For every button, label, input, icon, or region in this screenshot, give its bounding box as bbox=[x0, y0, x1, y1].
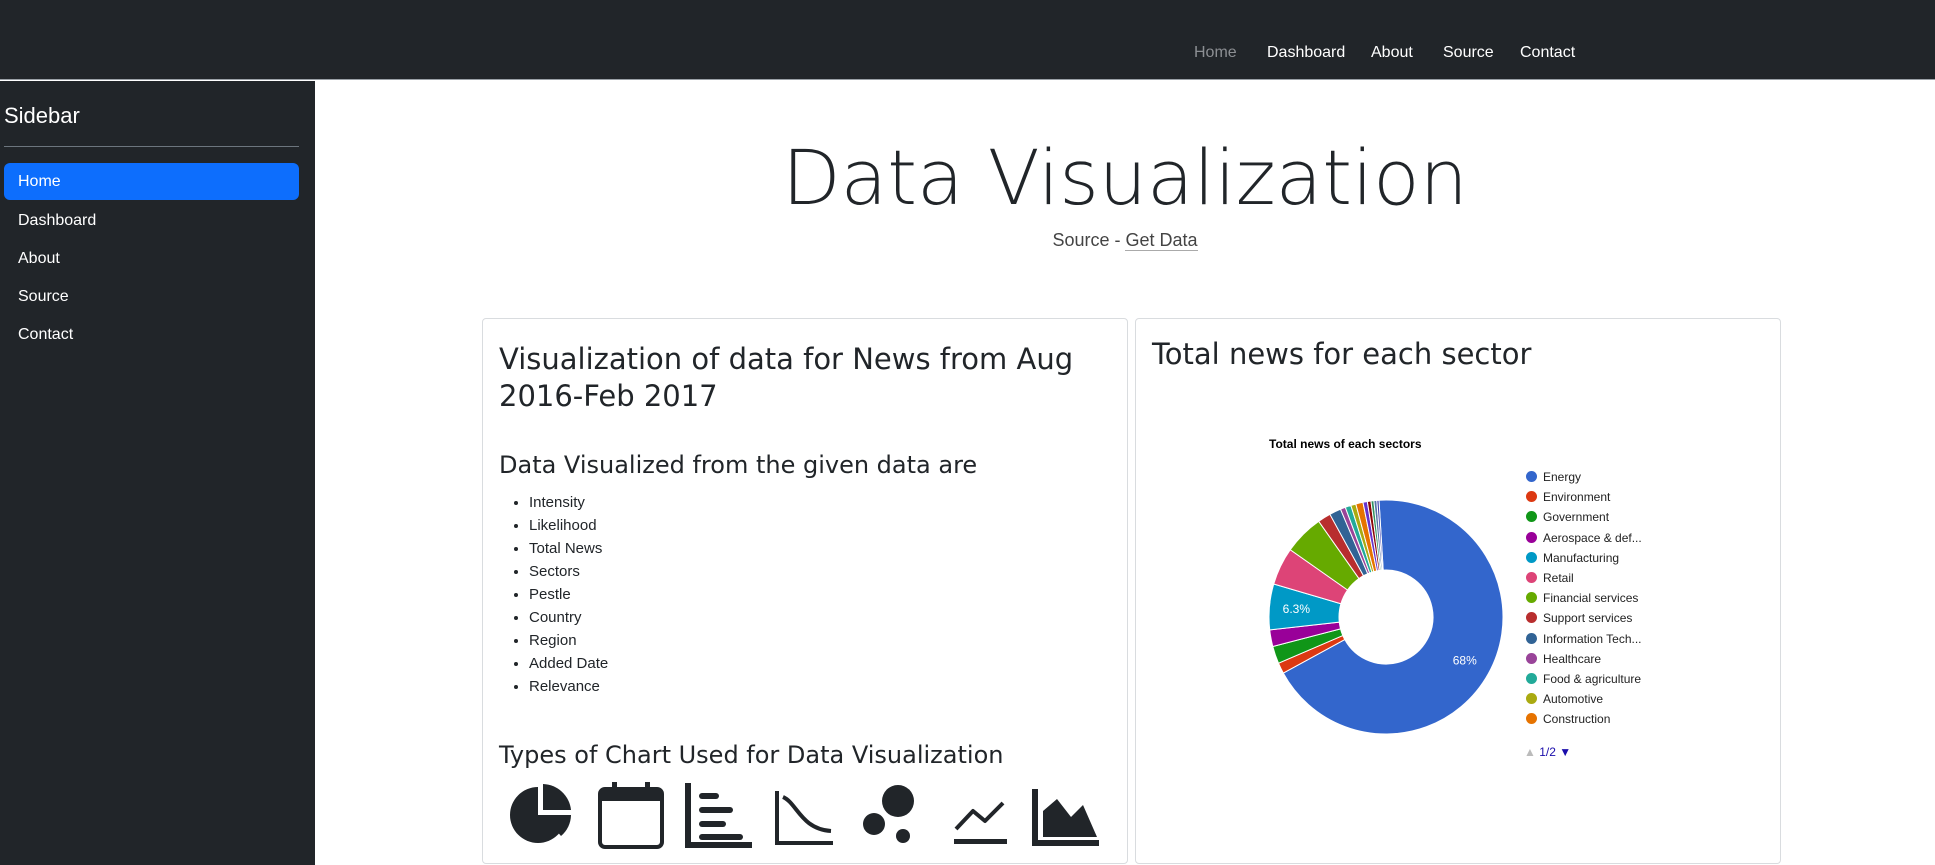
legend-dot bbox=[1526, 713, 1537, 725]
list-item: Sectors bbox=[529, 560, 608, 583]
info-card: Visualization of data for News from Aug … bbox=[482, 318, 1128, 864]
data-list: Intensity Likelihood Total News Sectors … bbox=[529, 491, 608, 698]
topnav-contact[interactable]: Contact bbox=[1520, 44, 1575, 62]
bar-chart-icon bbox=[685, 783, 752, 848]
legend-item[interactable]: Construction bbox=[1526, 712, 1610, 726]
list-item: Total News bbox=[529, 537, 608, 560]
sidebar-item-about[interactable]: About bbox=[4, 240, 299, 277]
legend-dot bbox=[1526, 471, 1537, 482]
legend-dot bbox=[1526, 551, 1537, 563]
area-chart-icon bbox=[1032, 789, 1099, 846]
legend-label: Manufacturing bbox=[1543, 550, 1620, 565]
topnav-dashboard[interactable]: Dashboard bbox=[1267, 44, 1345, 62]
legend-item[interactable]: Retail bbox=[1526, 571, 1574, 585]
list-item: Relevance bbox=[529, 675, 608, 698]
legend-item[interactable]: Government bbox=[1526, 510, 1609, 524]
legend-dot bbox=[1526, 632, 1537, 644]
legend-item[interactable]: Automotive bbox=[1526, 692, 1603, 706]
legend-item[interactable]: Financial services bbox=[1526, 591, 1638, 605]
legend-label: Support services bbox=[1543, 611, 1633, 626]
bubble-chart-icon bbox=[863, 785, 914, 843]
chart-title: Total news of each sectors bbox=[1269, 437, 1422, 451]
sidebar: Sidebar Home Dashboard About Source Cont… bbox=[0, 81, 315, 865]
legend-dot bbox=[1526, 693, 1537, 705]
list-item: Region bbox=[529, 629, 608, 652]
data-list-heading: Data Visualized from the given data are bbox=[499, 451, 978, 479]
legend-dot bbox=[1526, 511, 1537, 523]
info-card-heading: Visualization of data for News from Aug … bbox=[499, 342, 1074, 413]
pager-next-icon[interactable]: ▼ bbox=[1559, 745, 1571, 759]
top-navbar: Home Dashboard About Source Contact bbox=[0, 0, 1935, 80]
topnav-source[interactable]: Source bbox=[1443, 44, 1494, 62]
legend-label: Energy bbox=[1543, 470, 1582, 484]
legend-dot bbox=[1526, 612, 1537, 624]
pager-prev-icon: ▲ bbox=[1524, 745, 1536, 759]
calendar-icon bbox=[598, 782, 664, 849]
legend-dot bbox=[1526, 572, 1537, 583]
chart-types-icons bbox=[503, 781, 1123, 851]
legend-label: Information Tech... bbox=[1543, 631, 1642, 646]
legend-item[interactable]: Environment bbox=[1526, 490, 1610, 504]
curve-chart-icon bbox=[775, 791, 833, 845]
list-item: Intensity bbox=[529, 491, 608, 514]
topnav-home[interactable]: Home bbox=[1194, 44, 1237, 62]
source-line: Source - Get Data bbox=[315, 230, 1935, 251]
legend-item[interactable]: Healthcare bbox=[1526, 652, 1601, 666]
legend-label: Healthcare bbox=[1543, 651, 1602, 666]
legend-label: Aerospace & def... bbox=[1543, 530, 1642, 545]
chart-card: Total news for each sector Total news of… bbox=[1135, 318, 1781, 864]
chart-types-heading: Types of Chart Used for Data Visualizati… bbox=[499, 741, 1004, 769]
legend-label: Automotive bbox=[1543, 692, 1604, 707]
legend-dot bbox=[1526, 491, 1537, 503]
sidebar-divider bbox=[4, 146, 299, 147]
sidebar-item-source[interactable]: Source bbox=[4, 278, 299, 315]
pager-text: 1/2 bbox=[1539, 745, 1556, 759]
pie-data-label: 68% bbox=[1453, 654, 1477, 668]
legend-item[interactable]: Information Tech... bbox=[1526, 632, 1642, 646]
legend-dot bbox=[1526, 673, 1537, 684]
sidebar-title: Sidebar bbox=[4, 103, 80, 128]
get-data-link[interactable]: Get Data bbox=[1125, 230, 1198, 251]
pie-data-label: 6.3% bbox=[1283, 602, 1311, 616]
legend-label: Government bbox=[1543, 510, 1610, 525]
line-chart-icon bbox=[954, 801, 1007, 844]
legend-item[interactable]: Energy bbox=[1526, 470, 1581, 484]
legend-item[interactable]: Food & agriculture bbox=[1526, 672, 1641, 686]
sidebar-item-contact[interactable]: Contact bbox=[4, 316, 299, 353]
source-prefix: Source - bbox=[1052, 230, 1126, 250]
legend-dot bbox=[1526, 531, 1537, 543]
list-item: Country bbox=[529, 606, 608, 629]
legend-dot bbox=[1526, 652, 1537, 664]
legend-item[interactable]: Aerospace & def... bbox=[1526, 531, 1642, 545]
pie-chart-icon bbox=[510, 784, 571, 843]
sidebar-item-home[interactable]: Home bbox=[4, 163, 299, 200]
sector-donut-chart[interactable]: Total news of each sectors 68% 6.3% bbox=[1136, 319, 1782, 865]
legend-item[interactable]: Manufacturing bbox=[1526, 551, 1619, 565]
legend-pager: ▲ 1/2 ▼ bbox=[1524, 745, 1571, 759]
legend-label: Construction bbox=[1543, 712, 1611, 727]
list-item: Added Date bbox=[529, 652, 608, 675]
legend-label: Food & agriculture bbox=[1543, 672, 1642, 686]
topnav-about[interactable]: About bbox=[1371, 44, 1413, 62]
legend-item[interactable]: Support services bbox=[1526, 611, 1632, 625]
legend-dot bbox=[1526, 592, 1537, 604]
legend-label: Retail bbox=[1543, 571, 1574, 585]
list-item: Pestle bbox=[529, 583, 608, 606]
legend-label: Financial services bbox=[1543, 591, 1639, 606]
page-title: Data Visualization bbox=[782, 133, 1468, 222]
list-item: Likelihood bbox=[529, 514, 608, 537]
sidebar-item-dashboard[interactable]: Dashboard bbox=[4, 202, 299, 239]
legend-label: Environment bbox=[1543, 490, 1611, 505]
